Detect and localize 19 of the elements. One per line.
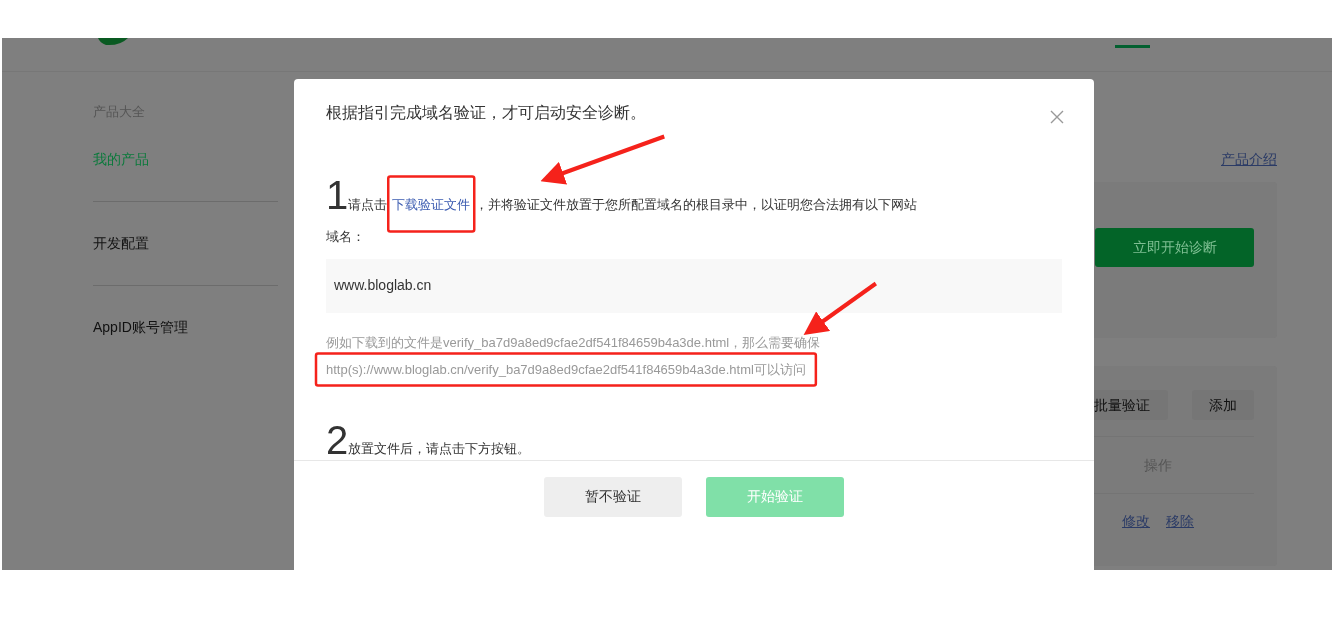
download-link[interactable]: 下载验证文件 xyxy=(392,196,471,212)
toolbar-button[interactable]: 添加 xyxy=(1192,390,1254,420)
intro-link[interactable]: 产品介绍 xyxy=(1221,149,1277,170)
start-button[interactable]: 立即开始诊断 xyxy=(1095,228,1254,267)
dialog-button[interactable]: 暂不验证 xyxy=(544,476,682,517)
step-number: 1 xyxy=(326,175,349,215)
step-text: 放置文件后，请点击下方按钮。 xyxy=(348,441,531,458)
nav-link[interactable]: 开发配置 xyxy=(93,232,278,254)
nav-link[interactable]: AppID账号管理 xyxy=(93,316,278,338)
step-number: 2 xyxy=(326,419,349,460)
tab-indicator xyxy=(1115,45,1150,48)
field-label: 域名： xyxy=(326,228,366,246)
domain-field: www.bloglab.cn xyxy=(326,258,1062,313)
step-text: 请点击 下载验证文件 ，并将验证文件放置于您所配置域名的根目录中，以证明您合法拥有以下网站 xyxy=(348,196,918,214)
action-link[interactable]: 移除 xyxy=(1166,511,1194,532)
dialog-title: 根据指引完成域名验证，才可启动安全诊断。 xyxy=(326,103,646,123)
hint-text: 例如下载到的文件是verify_ba7d9a8ed9cfae2df541f84659b4a3de.html，那么需要确保 xyxy=(326,333,822,352)
hint-text: http(s)://www.bloglab.cn/verify_ba7d9a8ed9cfae2df541f84659b4a3de.html可以访问 xyxy=(326,361,806,378)
action-link[interactable]: 修改 xyxy=(1122,511,1150,532)
